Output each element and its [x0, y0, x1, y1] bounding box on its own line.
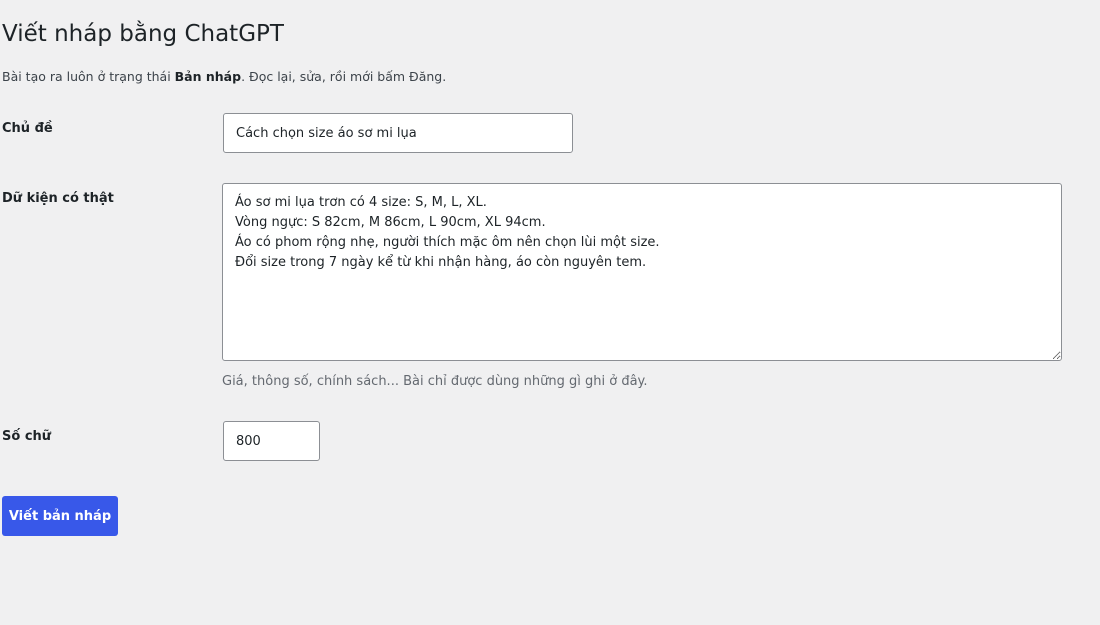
intro-suffix: . Đọc lại, sửa, rồi mới bấm Đăng. — [241, 69, 447, 84]
facts-label: Dữ kiện có thật — [2, 191, 114, 206]
topic-label: Chủ đề — [2, 121, 53, 136]
word-count-input[interactable] — [223, 421, 320, 461]
intro-bold: Bản nháp — [174, 69, 242, 84]
word-count-label: Số chữ — [2, 429, 52, 444]
draft-writer-page: Viết nháp bằng ChatGPT Bài tạo ra luôn ở… — [0, 0, 1100, 625]
intro-text: Bài tạo ra luôn ở trạng thái Bản nháp. Đ… — [2, 68, 446, 86]
facts-textarea[interactable]: Áo sơ mi lụa trơn có 4 size: S, M, L, XL… — [222, 183, 1062, 361]
page-title: Viết nháp bằng ChatGPT — [2, 21, 284, 47]
intro-prefix: Bài tạo ra luôn ở trạng thái — [2, 69, 175, 84]
facts-help-text: Giá, thông số, chính sách... Bài chỉ đượ… — [222, 374, 648, 389]
topic-input[interactable] — [223, 113, 573, 153]
write-draft-button[interactable]: Viết bản nháp — [2, 496, 118, 536]
